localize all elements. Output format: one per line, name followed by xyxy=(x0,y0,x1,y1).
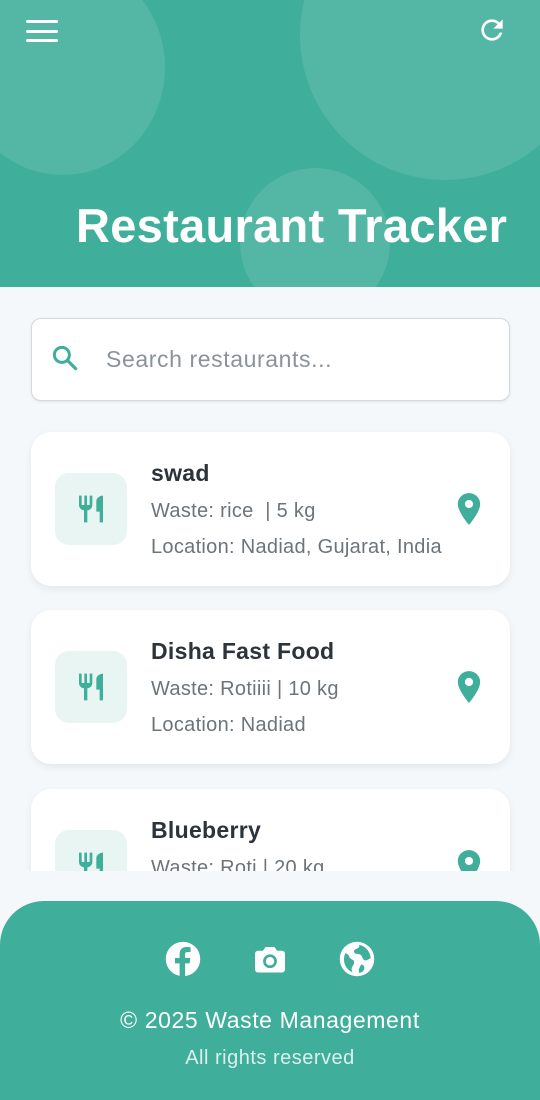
restaurant-waste: Waste: Roti | 20 kg xyxy=(151,857,325,871)
restaurant-waste: Waste: Rotiiii | 10 kg xyxy=(151,678,339,700)
refresh-icon[interactable] xyxy=(476,14,508,46)
decor-circle xyxy=(0,0,165,175)
restaurant-location: Location: Nadiad, Gujarat, India xyxy=(151,536,442,558)
utensils-icon-tile xyxy=(55,651,127,723)
camera-icon[interactable] xyxy=(252,941,288,977)
location-pin-icon[interactable] xyxy=(456,849,482,871)
search-icon xyxy=(52,345,78,371)
restaurant-name: swad xyxy=(151,460,210,486)
restaurant-list[interactable]: swad Waste: rice | 5 kg Location: Nadiad… xyxy=(0,418,540,871)
restaurant-card[interactable]: Blueberry Waste: Roti | 20 kg xyxy=(31,789,510,871)
restaurant-name: Blueberry xyxy=(151,817,262,843)
globe-icon[interactable] xyxy=(339,941,375,977)
restaurant-waste: Waste: rice | 5 kg xyxy=(151,500,316,522)
search-input[interactable] xyxy=(106,340,486,378)
utensils-icon xyxy=(79,852,103,871)
facebook-icon[interactable] xyxy=(165,941,201,977)
page-title: Restaurant Tracker xyxy=(76,199,508,252)
utensils-icon-tile xyxy=(55,473,127,545)
location-pin-icon[interactable] xyxy=(456,492,482,526)
hamburger-menu-icon[interactable] xyxy=(26,20,58,42)
footer-rights: All rights reserved xyxy=(185,1047,355,1069)
location-pin-icon[interactable] xyxy=(456,670,482,704)
app-header: Restaurant Tracker xyxy=(0,0,540,287)
restaurant-card[interactable]: Disha Fast Food Waste: Rotiiii | 10 kg L… xyxy=(31,610,510,764)
utensils-icon xyxy=(79,673,103,701)
app-footer xyxy=(0,901,540,1100)
restaurant-card[interactable]: swad Waste: rice | 5 kg Location: Nadiad… xyxy=(31,432,510,586)
restaurant-name: Disha Fast Food xyxy=(151,638,335,664)
footer-copyright: © 2025 Waste Management xyxy=(120,1007,420,1033)
utensils-icon-tile xyxy=(55,830,127,871)
restaurant-location: Location: Nadiad xyxy=(151,714,306,736)
utensils-icon xyxy=(79,495,103,523)
